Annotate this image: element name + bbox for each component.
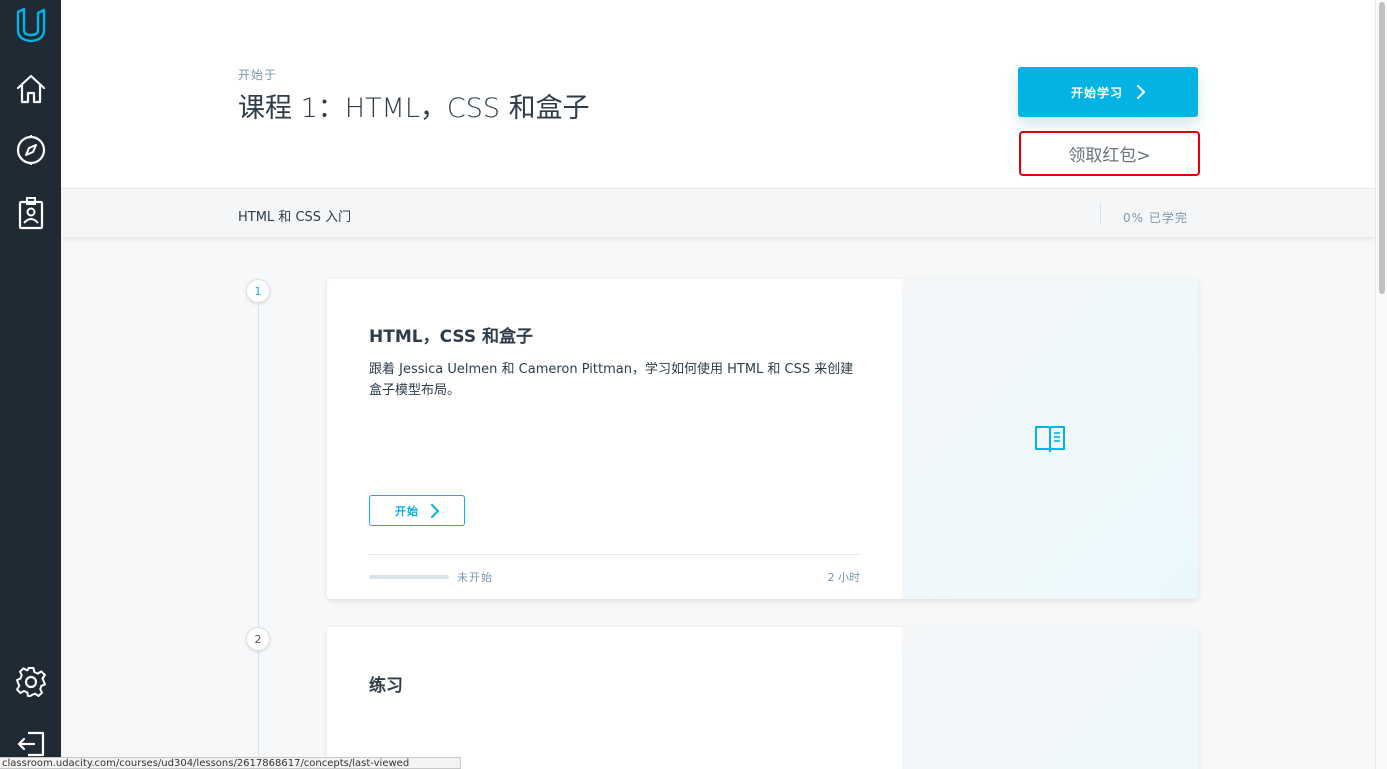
lesson-status: 未开始	[457, 571, 493, 584]
step-number-badge: 2	[246, 627, 270, 651]
redpack-link[interactable]: 领取红包>	[1019, 131, 1200, 176]
link-status-url: classroom.udacity.com/courses/ud304/less…	[0, 757, 461, 769]
start-learning-label: 开始学习	[1070, 85, 1123, 100]
lesson-group-title: HTML 和 CSS 入门	[238, 210, 352, 225]
sidebar	[0, 0, 61, 769]
lesson-title: 练习	[369, 676, 403, 696]
starts-label: 开始于	[238, 68, 278, 82]
course-header: 开始于 课程 1：HTML，CSS 和盒子 开始学习 领取红包>	[61, 0, 1375, 188]
lesson-visual-panel	[902, 627, 1198, 769]
chevron-right-icon	[1137, 85, 1145, 99]
scrollbar-thumb[interactable]	[1379, 2, 1385, 294]
gear-icon[interactable]	[0, 666, 61, 698]
lesson-start-label: 开始	[395, 504, 419, 518]
course-progress-text: 0% 已学完	[1123, 211, 1188, 225]
lesson-card: HTML，CSS 和盒子 跟着 Jessica Uelmen 和 Cameron…	[327, 279, 1198, 599]
book-icon	[1034, 424, 1066, 458]
lesson-duration: 2 小时	[827, 571, 861, 584]
lesson-description: 跟着 Jessica Uelmen 和 Cameron Pittman，学习如何…	[369, 362, 854, 398]
badge-icon[interactable]	[0, 196, 61, 230]
compass-icon[interactable]	[0, 134, 61, 166]
page-scrollbar[interactable]	[1375, 0, 1387, 769]
step-number-badge: 1	[246, 279, 270, 303]
lesson-visual-panel	[902, 279, 1198, 599]
lesson-progress-bar	[369, 575, 449, 579]
udacity-logo-icon[interactable]	[0, 8, 61, 44]
page-title: 课程 1：HTML，CSS 和盒子	[238, 93, 590, 124]
timeline-line	[258, 300, 259, 769]
divider	[1100, 203, 1101, 225]
lesson-card: 练习	[327, 627, 1198, 769]
chevron-right-icon	[431, 503, 439, 518]
divider	[369, 554, 860, 555]
home-icon[interactable]	[0, 74, 61, 104]
lesson-title: HTML，CSS 和盒子	[369, 327, 534, 347]
start-learning-button[interactable]: 开始学习	[1018, 67, 1198, 117]
logout-icon[interactable]	[0, 730, 61, 758]
lesson-group-bar: HTML 和 CSS 入门 0% 已学完	[61, 188, 1375, 237]
lesson-start-button[interactable]: 开始	[369, 495, 465, 526]
